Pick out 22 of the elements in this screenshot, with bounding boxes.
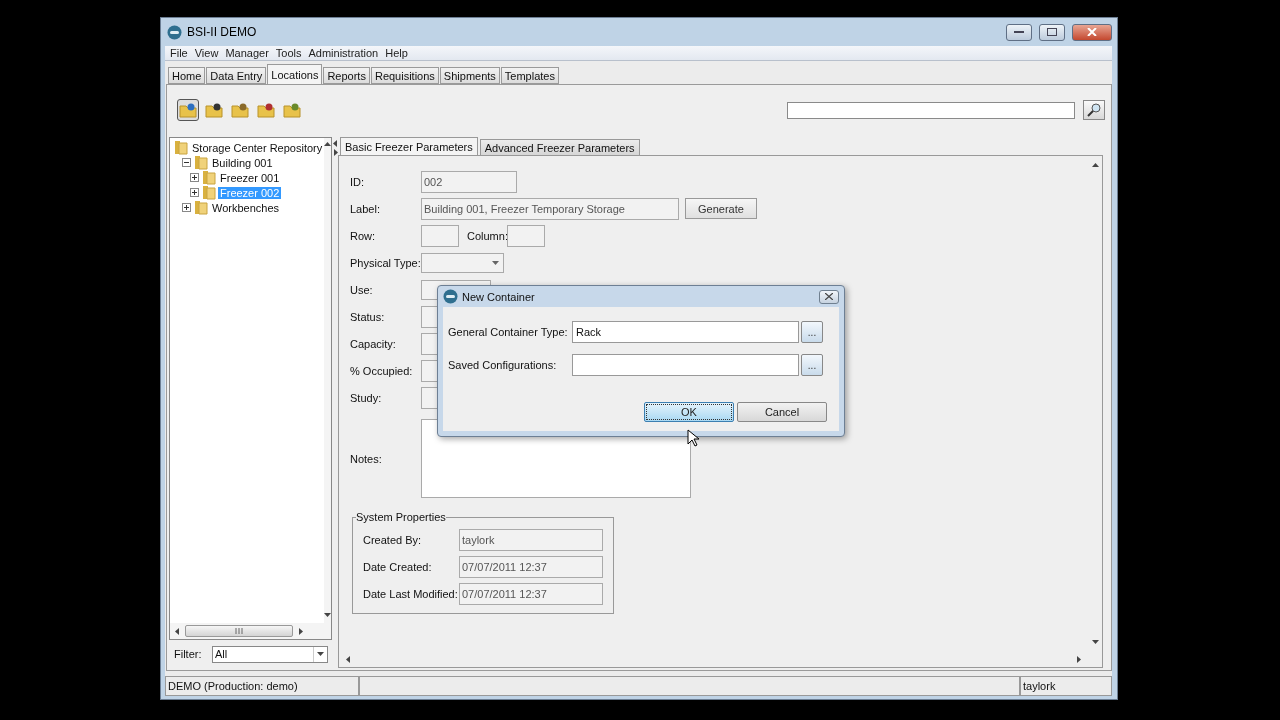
status-text: DEMO (Production: demo) xyxy=(165,676,359,696)
field-label: Use: xyxy=(350,283,374,296)
field-label: Column: xyxy=(467,229,507,242)
field-label: General Container Type: xyxy=(448,326,569,338)
status-user: taylork xyxy=(1020,676,1112,696)
window-title: BSI-II DEMO xyxy=(187,25,258,39)
field-label: Date Last Modified: xyxy=(363,588,459,600)
field-label: Notes: xyxy=(350,452,383,465)
field-label: Study: xyxy=(350,391,383,404)
field-label: Label: xyxy=(350,202,381,215)
field-label: Row: xyxy=(350,229,377,242)
field-label: Physical Type: xyxy=(350,256,421,269)
filter-label: Filter: xyxy=(174,648,203,660)
dialog-title: New Container xyxy=(462,290,536,303)
field-label: Date Created: xyxy=(363,561,433,573)
field-label: ID: xyxy=(350,175,366,188)
group-title: System Properties xyxy=(356,511,446,523)
field-label: Status: xyxy=(350,310,386,323)
field-label: Saved Configurations: xyxy=(448,359,558,371)
field-label: Capacity: xyxy=(350,337,397,350)
field-label: Created By: xyxy=(363,534,423,546)
field-label: % Occupied: xyxy=(350,364,414,377)
